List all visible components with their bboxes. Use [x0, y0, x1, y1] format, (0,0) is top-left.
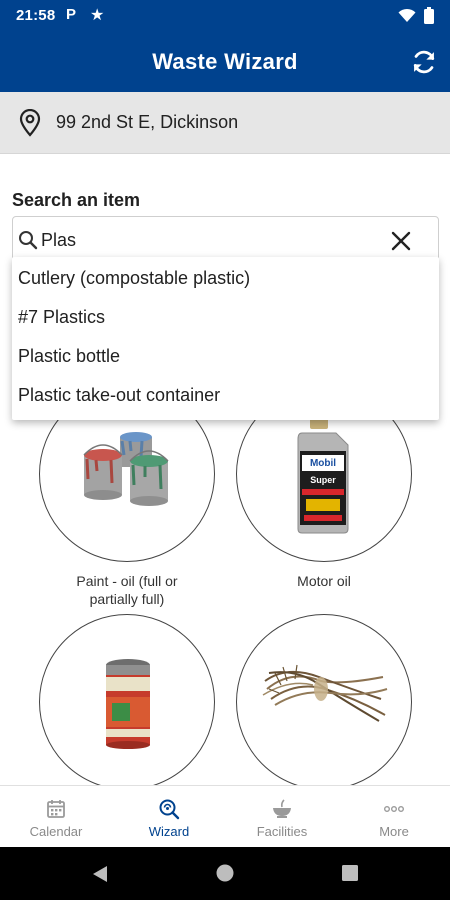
suggestion-item[interactable]: Cutlery (compostable plastic): [12, 259, 439, 298]
location-address: 99 2nd St E, Dickinson: [56, 112, 239, 132]
paint-cans-image: [83, 432, 169, 506]
nav-item-wizard[interactable]: Wizard: [113, 786, 225, 848]
close-icon[interactable]: [389, 229, 413, 253]
item-image-frame: [39, 614, 215, 785]
nav-item-facilities[interactable]: Facilities: [226, 786, 338, 848]
search-suggestions: Cutlery (compostable plastic) #7 Plastic…: [12, 257, 439, 420]
parking-icon: P: [66, 6, 77, 23]
motor-oil-bottle-image: Mobil Super: [297, 415, 349, 534]
bottom-nav: Calendar Wizard Facilities More: [0, 785, 450, 847]
star-icon: ★: [90, 7, 105, 24]
nav-label: Wizard: [148, 824, 190, 839]
more-icon: [384, 805, 404, 812]
system-nav-bar: [0, 847, 450, 900]
facilities-icon: [273, 799, 291, 818]
brush-bundle-image: [262, 664, 388, 722]
item-caption: Motor oil: [236, 572, 412, 590]
nav-item-calendar[interactable]: Calendar: [0, 786, 112, 848]
nav-label: More: [379, 824, 409, 839]
suggestion-item[interactable]: Plastic bottle: [12, 337, 439, 376]
item-caption: Paint - oil (full or partially full): [39, 572, 215, 608]
search-input[interactable]: [41, 227, 371, 253]
search-icon: [19, 231, 38, 250]
location-bar[interactable]: 99 2nd St E, Dickinson: [0, 92, 450, 154]
item-image-frame: [236, 614, 412, 785]
item-card-aerosol[interactable]: [39, 614, 215, 785]
status-time: 21:58: [16, 7, 56, 24]
map-pin-icon: [19, 109, 41, 137]
recents-icon[interactable]: [342, 865, 358, 881]
calendar-icon: [47, 800, 65, 818]
suggestion-item[interactable]: #7 Plastics: [12, 298, 439, 337]
nav-label: Calendar: [29, 824, 83, 839]
home-icon[interactable]: [215, 863, 235, 883]
status-bar: 21:58 P ★: [0, 0, 450, 32]
suggestion-item[interactable]: Plastic take-out container: [12, 376, 439, 415]
search-box[interactable]: [12, 216, 439, 262]
aerosol-can-image: [106, 659, 150, 749]
item-caption-line: Motor oil: [297, 573, 351, 589]
search-label: Search an item: [12, 190, 141, 210]
wizard-icon: [159, 799, 180, 820]
refresh-icon[interactable]: [410, 48, 438, 76]
item-caption-line: Paint - oil (full or: [76, 573, 178, 589]
nav-label: Facilities: [256, 824, 308, 839]
nav-item-more[interactable]: More: [338, 786, 450, 848]
app-bar: Waste Wizard: [0, 32, 450, 92]
page-title: Waste Wizard: [152, 49, 298, 74]
oil-brand-text: Mobil: [310, 458, 336, 469]
item-grid: Paint - oil (full or partially full) Mob…: [0, 380, 450, 785]
wifi-icon: [398, 8, 416, 22]
item-caption-line: partially full): [89, 591, 165, 607]
oil-subbrand-text: Super: [310, 475, 336, 485]
item-card-brush[interactable]: [236, 614, 412, 785]
battery-icon: [424, 7, 434, 24]
back-icon[interactable]: [92, 865, 108, 883]
